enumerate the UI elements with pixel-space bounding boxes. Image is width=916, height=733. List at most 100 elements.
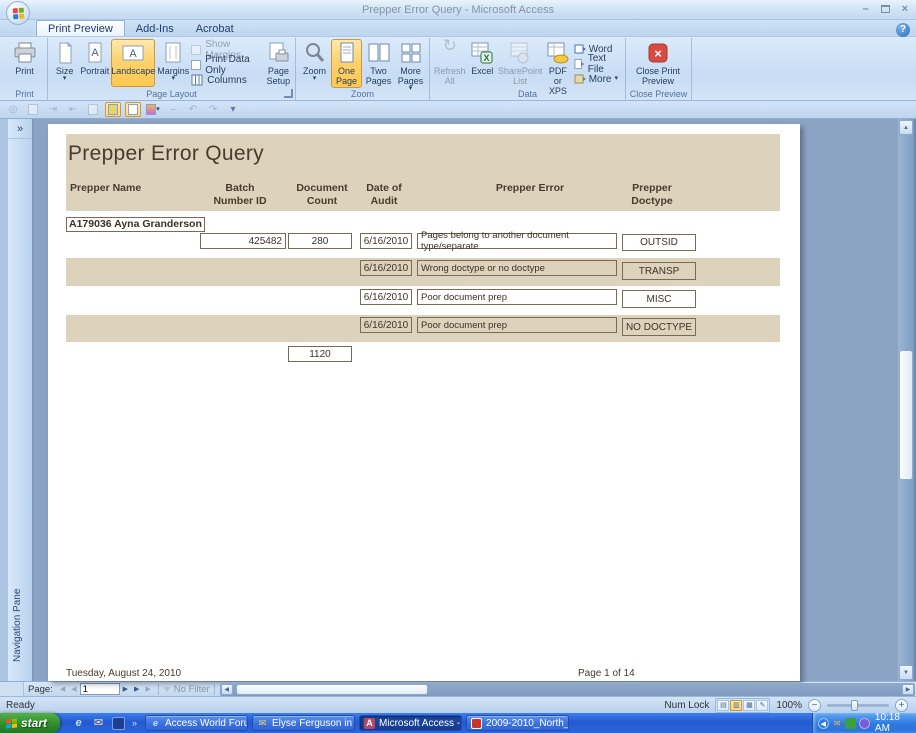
tray-green-icon[interactable] (845, 717, 857, 729)
navigation-pane-collapsed[interactable]: » Navigation Pane (8, 119, 34, 681)
group-label-zoom: Zoom (350, 89, 374, 99)
envelope-icon: ✉ (258, 717, 267, 728)
separator-icon: – (170, 104, 176, 115)
zoom-slider-thumb[interactable] (850, 699, 858, 711)
horizontal-scroll-thumb[interactable] (235, 683, 428, 695)
restore-button[interactable] (880, 5, 890, 13)
last-page-icon[interactable]: ▶ (131, 683, 142, 696)
portrait-icon: A (88, 42, 102, 63)
redo-icon[interactable]: ↷ (205, 102, 221, 117)
new-record-icon[interactable]: ▶ (142, 683, 153, 696)
export-more-button[interactable]: More ▾ (574, 73, 622, 85)
undo-icon[interactable]: ↶ (185, 102, 201, 117)
record-icon[interactable]: ◎ (5, 102, 21, 117)
tray-clock: 10:18 AM (874, 712, 900, 733)
mail-quick-launch-icon[interactable]: ✉ (92, 717, 105, 730)
more-pages-icon (401, 43, 420, 63)
audit-date-cell: 6/16/2010 (360, 233, 412, 249)
close-print-preview-button[interactable]: × Close Print Preview (629, 39, 687, 88)
tray-purple-icon[interactable] (859, 717, 870, 729)
ribbon-group-zoom: Zoom ▾ One Page Two Pages More Pages ▾ Z… (296, 38, 430, 100)
export-sharepoint-button[interactable]: SharePoint List (498, 39, 542, 88)
design-view-button[interactable]: ✎ (756, 699, 769, 711)
dropdown-arrow-icon: ▾ (171, 75, 175, 82)
export-icon[interactable]: ⇥ (45, 102, 61, 117)
horizontal-scrollbar[interactable]: ◀ ▶ (219, 682, 915, 696)
columns-button[interactable]: Columns (191, 74, 264, 86)
tab-add-ins[interactable]: Add-Ins (125, 21, 185, 36)
dropdown-arrow-icon: ▾ (614, 75, 619, 82)
access-print-preview-window: { "window": { "title": "Prepper Error Qu… (0, 0, 916, 733)
svg-text:X: X (484, 53, 490, 63)
scroll-down-icon[interactable]: ▼ (899, 665, 913, 680)
view-switch-icon[interactable]: ▾ (145, 102, 161, 117)
zoom-slider[interactable] (827, 699, 889, 711)
window-icon[interactable] (25, 102, 41, 117)
report-view-button[interactable]: ▤ (717, 699, 730, 711)
navigation-pane-label: Navigation Pane (12, 588, 23, 662)
scroll-left-icon[interactable]: ◀ (220, 683, 233, 695)
doctype-cell: NO DOCTYPE (622, 318, 696, 336)
taskbar-button-pdf[interactable]: 2009-2010_North_Da... (466, 715, 570, 731)
print-button[interactable]: Print (5, 39, 44, 87)
print-preview-toggle-icon[interactable] (105, 102, 121, 117)
export-excel-button[interactable]: X Excel (468, 39, 498, 87)
margins-button[interactable]: Margins ▾ (156, 39, 190, 87)
report-title: Prepper Error Query (68, 142, 264, 165)
show-margins-checkbox[interactable]: Show Margins (191, 39, 264, 61)
windows-taskbar: start e ✉ » e Access World Forums... ✉ E… (0, 712, 916, 733)
internet-explorer-icon[interactable]: e (72, 717, 85, 730)
one-page-button[interactable]: One Page (331, 39, 362, 88)
more-pages-button[interactable]: More Pages ▾ (395, 39, 426, 94)
taskbar-button-browser[interactable]: e Access World Forums... (145, 715, 249, 731)
start-button[interactable]: start (0, 713, 60, 733)
group-label-print: Print (15, 89, 34, 99)
scroll-up-icon[interactable]: ▲ (899, 120, 913, 135)
first-page-icon[interactable]: ◀ (57, 683, 68, 696)
vertical-scrollbar[interactable]: ▲ ▼ (898, 119, 914, 681)
landscape-button[interactable]: A Landscape (111, 39, 155, 87)
zoom-out-icon[interactable]: − (808, 698, 821, 712)
quick-launch-overflow-icon[interactable]: » (132, 718, 137, 728)
zoom-button[interactable]: Zoom ▾ (299, 39, 330, 87)
taskbar-button-mail[interactable]: ✉ Elyse Ferguson in Per... (252, 715, 356, 731)
print-preview-view-button[interactable]: ▥ (730, 699, 743, 711)
zoom-in-icon[interactable]: + (895, 698, 908, 712)
tray-mail-icon[interactable]: ✉ (832, 718, 843, 729)
previous-page-icon[interactable]: ◀ (68, 683, 79, 696)
next-page-icon[interactable]: ▶ (120, 683, 131, 696)
print-preview-page[interactable]: Prepper Error Query Prepper Name Batch N… (48, 124, 800, 681)
scroll-right-icon[interactable]: ▶ (902, 683, 914, 695)
tray-collapse-icon[interactable]: ◀ (818, 717, 829, 729)
design-view-toggle-icon[interactable] (125, 102, 141, 117)
vertical-scroll-thumb[interactable] (899, 350, 913, 480)
document-icon[interactable] (85, 102, 101, 117)
no-filter-button[interactable]: No Filter (162, 684, 210, 695)
layout-view-button[interactable]: ▦ (743, 699, 756, 711)
internet-explorer-icon: e (153, 717, 159, 728)
tab-print-preview[interactable]: Print Preview (36, 20, 125, 36)
portrait-button[interactable]: A Portrait (79, 39, 110, 87)
refresh-icon: ↻ (442, 36, 457, 55)
import-icon[interactable]: ⇤ (65, 102, 81, 117)
two-pages-button[interactable]: Two Pages (363, 39, 394, 88)
tab-acrobat[interactable]: Acrobat (185, 21, 245, 36)
column-header-prepper-error: Prepper Error (495, 182, 565, 194)
export-text-file-button[interactable]: Text File (574, 53, 622, 75)
qat-customize-icon[interactable]: ▾ (225, 102, 241, 117)
page-number-input[interactable] (79, 683, 120, 695)
close-button[interactable]: × (902, 2, 908, 16)
prepper-error-cell: Poor document prep (417, 317, 617, 333)
taskbar-button-access[interactable]: A Microsoft Access - Qu... (359, 715, 463, 731)
expand-nav-pane-icon[interactable]: » (8, 119, 32, 139)
minimize-button[interactable]: – (862, 2, 868, 16)
office-button[interactable] (6, 1, 30, 25)
app-quick-launch-icon[interactable] (112, 716, 125, 730)
svg-text:A: A (130, 48, 138, 60)
page-setup-button[interactable]: Page Setup (265, 39, 292, 88)
svg-text:×: × (654, 46, 662, 61)
refresh-all-button[interactable]: ↻ Refresh All (433, 36, 467, 88)
size-button[interactable]: Size ▾ (51, 39, 78, 87)
help-icon[interactable]: ? (896, 23, 910, 37)
doctype-cell: OUTSID (622, 234, 696, 251)
